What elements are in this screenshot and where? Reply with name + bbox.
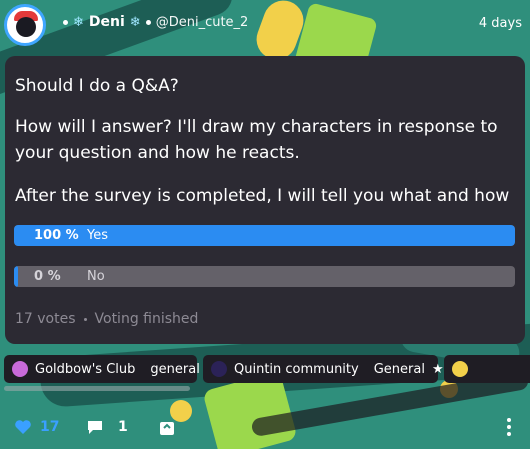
poll-option-label: No [87,269,105,284]
poll-vote-count: 17 votes [15,311,76,327]
poll-option-label: Yes [87,228,108,243]
community-icon [12,361,28,377]
community-icon [452,361,468,377]
poll-option-yes: 100 % Yes [14,225,515,246]
like-button[interactable]: 17 [14,419,59,435]
share-button[interactable] [158,419,176,437]
community-name: Goldbow's Club [35,361,136,377]
post-paragraph: After the survey is completed, I will te… [15,186,510,206]
author-display-name[interactable]: Deni [89,14,125,30]
poll-option-no: 0 % No [14,266,515,287]
author-handle[interactable]: @Deni_cute_2 [156,15,249,30]
community-name: Quintin community [234,361,359,377]
post-paragraph: How will I answer? I'll draw my characte… [15,117,498,163]
more-icon[interactable] [506,417,512,439]
community-chips: Goldbow's Club general Quintin community… [4,355,530,383]
post-header: ❄ Deni ❄ @Deni_cute_2 4 days [0,0,530,50]
action-bar: 17 1 [0,413,530,443]
post-timestamp: 4 days [478,16,522,31]
author-row: ❄ Deni ❄ @Deni_cute_2 [63,14,248,30]
avatar[interactable] [4,4,46,46]
poll-status: Voting finished [94,311,199,327]
snowflake-icon: ❄ [73,14,84,30]
post-card: Should I do a Q&A? How will I answer? I'… [5,56,525,344]
comment-count: 1 [118,419,128,435]
poll-option-percent: 0 % [34,269,61,284]
community-icon [211,361,227,377]
online-dot [63,19,68,25]
poll-option-fill [14,266,18,287]
comment-button[interactable]: 1 [86,419,128,435]
comment-icon [88,421,102,434]
chips-scrollbar[interactable] [4,386,190,391]
star-icon: ★ [431,361,444,377]
share-icon [160,422,174,435]
community-channel: general [150,361,200,377]
like-count: 17 [40,419,60,435]
community-channel: General [373,361,425,377]
community-chip[interactable]: Goldbow's Club general [4,355,200,383]
post-title: Should I do a Q&A? [15,76,179,96]
community-chip[interactable] [444,355,530,383]
poll-footer: 17 votes Voting finished [15,311,198,327]
snowflake-icon: ❄ [129,14,141,30]
heart-icon [15,420,31,434]
poll-option-percent: 100 % [34,228,79,243]
community-chip[interactable]: Quintin community General ★ [203,355,444,383]
separator-dot [145,19,151,25]
separator-dot [83,317,87,321]
avatar-face [16,17,36,37]
